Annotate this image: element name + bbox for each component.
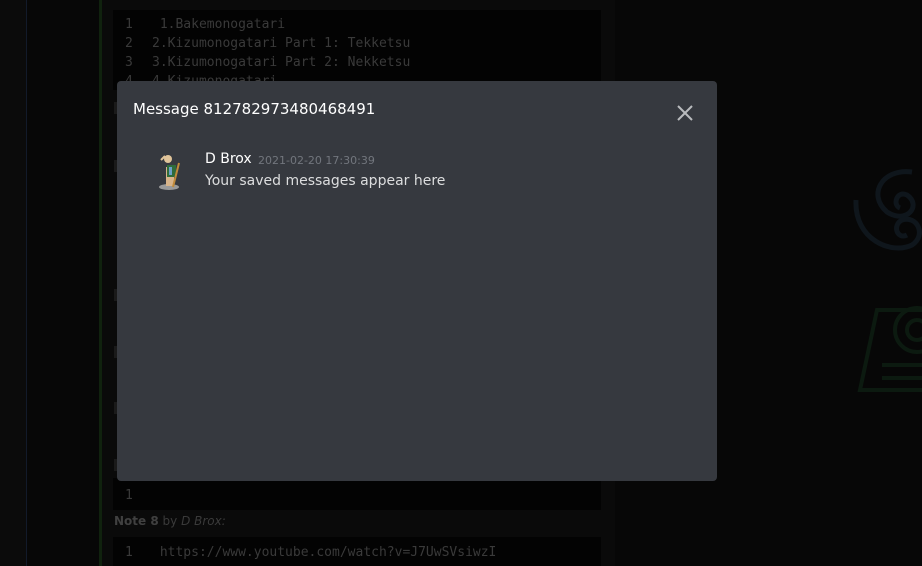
message-content: Your saved messages appear here (205, 173, 446, 189)
note-by: by (162, 514, 178, 528)
note-label: Note 8 (114, 514, 159, 528)
code-block: 1 https://www.youtube.com/watch?v=J7UwSV… (113, 537, 601, 566)
note-header: Note 8 by D Brox: (114, 514, 226, 528)
close-icon[interactable] (674, 102, 696, 124)
code-line: 1.Bakemonogatari (152, 17, 286, 32)
message-author[interactable]: D Brox (205, 151, 252, 167)
note-author: D Brox: (181, 514, 226, 528)
message-modal: Message 812782973480468491 D Brox 2021-0… (117, 81, 717, 481)
line-number: 1 (125, 17, 133, 32)
code-block: 1 1.Bakemonogatari 2 2.Kizumonogatari Pa… (113, 10, 601, 90)
channel-sidebar (27, 0, 99, 566)
line-number: 1 (125, 545, 133, 560)
code-block: 1 (113, 478, 601, 510)
line-number: 2 (125, 36, 133, 51)
server-sidebar (0, 0, 27, 566)
avatar[interactable] (153, 151, 185, 191)
decorative-emblem-icon (853, 169, 922, 392)
message-timestamp: 2021-02-20 17:30:39 (258, 154, 375, 167)
modal-title: Message 812782973480468491 (133, 100, 376, 118)
code-line: 2.Kizumonogatari Part 1: Tekketsu (152, 36, 411, 51)
line-number: 1 (125, 488, 133, 503)
code-line: https://www.youtube.com/watch?v=J7UwSVsi… (152, 545, 497, 560)
line-number: 3 (125, 55, 133, 70)
code-line: 3.Kizumonogatari Part 2: Nekketsu (152, 55, 411, 70)
